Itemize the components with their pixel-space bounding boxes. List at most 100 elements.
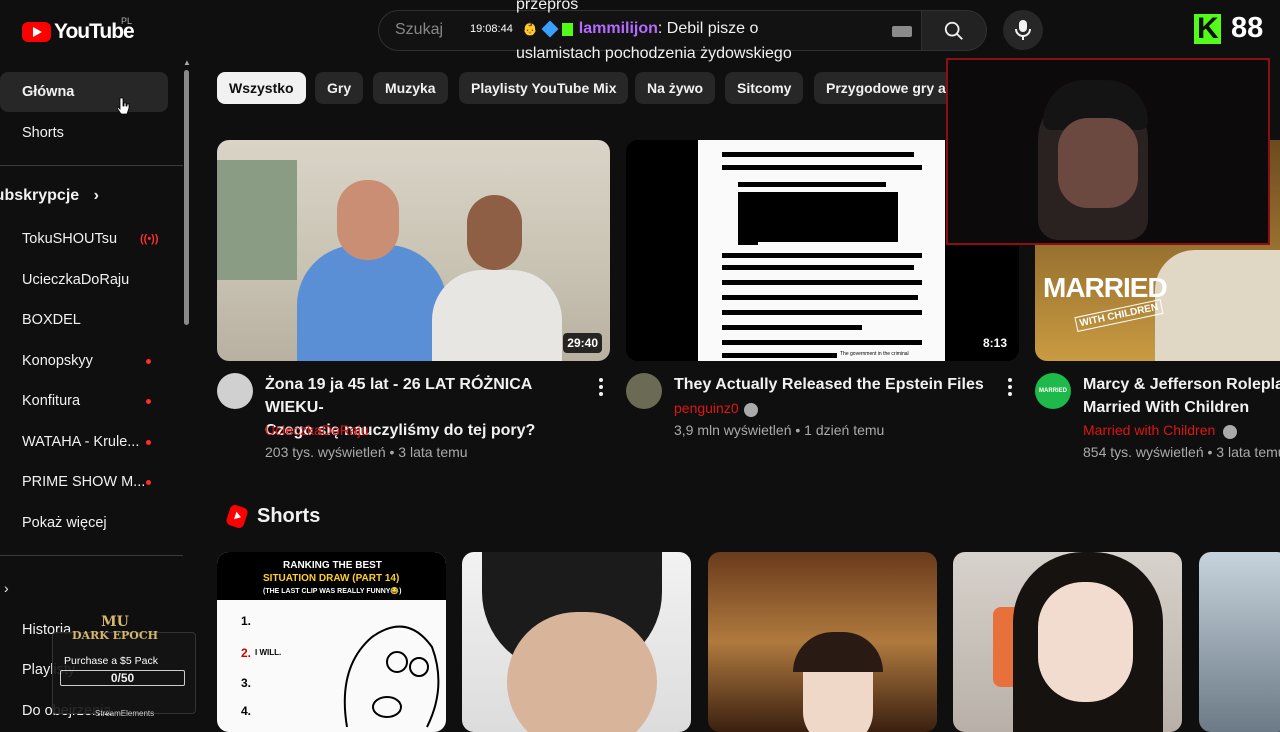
channel-name[interactable]: penguinz0: [674, 400, 739, 416]
woman-face: [467, 195, 522, 270]
sidebar-item-sub-5[interactable]: Konfitura: [22, 393, 80, 409]
shorts-logo-icon: [225, 503, 249, 530]
chip-adventure-games[interactable]: Przygodowe gry ak: [814, 72, 954, 104]
youtube-logo[interactable]: YouTube: [22, 20, 135, 44]
thumbnail-title: MARRIED: [1043, 272, 1168, 303]
search-button[interactable]: [921, 10, 987, 51]
search-placeholder: Szukaj: [395, 21, 444, 38]
chevron-right-icon[interactable]: ›: [4, 580, 9, 596]
video-meta: 854 tys. wyświetleń • 3 lata temu: [1083, 444, 1280, 460]
video-meta: 203 tys. wyświetleń • 3 lata temu: [265, 444, 468, 460]
game-logo: MU DARK EPOCH: [72, 614, 158, 642]
face: [1038, 582, 1133, 702]
chat-timestamp: 19:08:44: [470, 23, 513, 35]
channel-avatar[interactable]: [217, 373, 253, 409]
new-content-dot: [146, 480, 151, 485]
shorts-section-title: Shorts: [257, 505, 321, 527]
short-title-line: (THE LAST CLIP WAS REALLY FUNNY😂): [263, 588, 402, 595]
microphone-icon: [1015, 20, 1031, 40]
short-thumbnail[interactable]: [1199, 552, 1280, 732]
search-icon: [944, 21, 963, 40]
video-title-line: Żona 19 ja 45 lat - 26 LAT RÓŻNICA WIEKU…: [265, 376, 532, 416]
viewer-count: 88: [1231, 12, 1264, 44]
chip-music[interactable]: Muzyka: [373, 72, 448, 104]
chat-username: lammilijon: [578, 20, 658, 37]
more-options-icon[interactable]: [599, 378, 603, 399]
sidebar-item-sub-6[interactable]: WATAHA - Krule...: [22, 434, 139, 450]
streamer-face: [1058, 118, 1138, 208]
rank-number: 4.: [241, 704, 252, 718]
sidebar-scrollbar[interactable]: [184, 70, 189, 325]
scroll-up-arrow-icon[interactable]: ▲: [183, 58, 191, 67]
live-broadcast-icon: ((•)): [140, 233, 159, 245]
streamelements-credit: StreamElements: [95, 709, 155, 718]
kick-logo-icon: [1194, 12, 1221, 46]
gift-badge-icon: [541, 20, 559, 38]
country-code: PL: [121, 16, 133, 26]
kick-badge-icon: [561, 22, 573, 36]
chip-sitcoms[interactable]: Sitcomy: [725, 72, 804, 104]
woman-figure: [432, 270, 562, 361]
rank-number: 2.: [241, 646, 252, 660]
sidebar-item-sub-2[interactable]: UcieczkaDoRaju: [22, 272, 129, 288]
game-logo-title: DARK EPOCH: [72, 629, 158, 642]
short-thumbnail[interactable]: [953, 552, 1182, 732]
subscriptions-header[interactable]: Subskrypcje ›: [0, 187, 99, 205]
video-title-line: They Actually Released the Epstein Files: [674, 376, 984, 393]
man-face: [337, 180, 399, 260]
video-title-line: Married With Children: [1083, 399, 1250, 416]
streamer-webcam: [946, 58, 1270, 245]
hair: [793, 632, 883, 672]
youtube-play-icon: [22, 22, 51, 42]
game-logo-mark: MU: [101, 614, 129, 630]
chat-previous-line: przepros: [516, 0, 579, 13]
more-options-icon[interactable]: [1008, 378, 1012, 399]
short-thumbnail[interactable]: RANKING THE BEST SITUATION DRAW (PART 14…: [217, 552, 446, 732]
new-content-dot: [146, 399, 151, 404]
video-meta: 3,9 mln wyświetleń • 1 dzień temu: [674, 422, 885, 438]
video-title[interactable]: They Actually Released the Epstein Files: [674, 373, 996, 396]
sidebar-divider: [0, 555, 183, 556]
channel-name[interactable]: UcieczkaDoRaju: [265, 422, 368, 438]
user-badge-icon: 👶: [522, 22, 538, 36]
chip-games[interactable]: Gry: [315, 72, 364, 104]
short-thumbnail[interactable]: [462, 552, 691, 732]
man-figure: [297, 245, 447, 361]
video-thumbnail[interactable]: 29:40: [217, 140, 610, 361]
chat-text-continued: uslamistach pochodzenia żydowskiego: [516, 45, 792, 62]
video-title-line: Marcy & Jefferson Roleplay: [1083, 376, 1280, 393]
keyboard-icon[interactable]: [892, 26, 912, 37]
video-title[interactable]: Marcy & Jefferson Roleplay Married With …: [1083, 373, 1280, 419]
voice-search-button[interactable]: [1003, 10, 1043, 50]
goal-progress-bar: 0/50: [60, 670, 185, 686]
channel-name[interactable]: Married with Children: [1083, 422, 1215, 438]
person-figure: [1155, 250, 1280, 361]
short-thumbnail[interactable]: [708, 552, 937, 732]
sidebar-item-sub-3[interactable]: BOXDEL: [22, 312, 81, 328]
cartoon-drawing: [343, 625, 440, 728]
short-title-line: RANKING THE BEST: [283, 560, 382, 571]
channel-avatar[interactable]: MARRIED: [1035, 373, 1071, 409]
window-image: [217, 160, 297, 280]
subscriptions-header-label: Subskrypcje: [0, 187, 80, 204]
new-content-dot: [146, 359, 151, 364]
sidebar-item-shorts[interactable]: Shorts: [22, 125, 64, 141]
mouse-cursor-icon: [116, 97, 130, 115]
chip-live[interactable]: Na żywo: [635, 72, 716, 104]
sidebar-item-sub-1[interactable]: TokuSHOUTsu: [22, 231, 117, 247]
sidebar-item-sub-7[interactable]: PRIME SHOW M...: [22, 474, 145, 490]
sidebar-item-sub-4[interactable]: Konopskyy: [22, 353, 93, 369]
face: [507, 612, 657, 732]
verified-badge-icon: [744, 403, 758, 417]
kick-viewer-counter: 88: [1194, 12, 1264, 46]
channel-avatar[interactable]: [626, 373, 662, 409]
redacted-document: The government in the criminal: [698, 140, 945, 361]
chip-youtube-mix[interactable]: Playlisty YouTube Mix: [459, 72, 629, 104]
chat-message: 19:08:44 👶 lammilijon: Debil pisze o: [470, 20, 758, 38]
show-more-button[interactable]: Pokaż więcej: [22, 515, 107, 531]
chip-all[interactable]: Wszystko: [217, 72, 306, 104]
chevron-right-icon: ›: [93, 187, 99, 204]
document-caption: The government in the criminal: [840, 351, 909, 357]
video-duration: 29:40: [563, 333, 602, 353]
chat-text: : Debil pisze o: [657, 20, 759, 37]
